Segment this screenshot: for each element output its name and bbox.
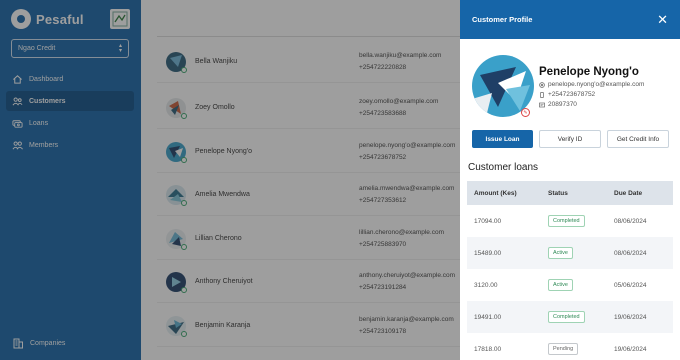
drawer-header: Customer Profile ✕ [460, 0, 680, 39]
loan-amount: 15489.00 [474, 249, 502, 257]
get-credit-info-button[interactable]: Get Credit Info [607, 130, 669, 148]
loans-table-header: Amount (Kes) Status Due Date [467, 181, 673, 205]
column-status[interactable]: Status [541, 190, 607, 197]
issue-loan-button[interactable]: Issue Loan [472, 130, 533, 148]
loan-status: Pending [541, 343, 607, 355]
loan-status: Completed [541, 215, 607, 227]
column-amount[interactable]: Amount (Kes) [467, 190, 541, 197]
loan-amount: 17094.00 [474, 217, 502, 225]
table-row[interactable]: 17094.00 Completed 08/06/2024 [467, 205, 673, 237]
loan-due-date: 05/06/2024 [614, 281, 647, 289]
customer-profile-drawer: Customer Profile ✕ ✎ Penelope Nyong'o pe… [460, 0, 680, 360]
loan-status: Active [541, 279, 607, 291]
profile-phone-text: +254723678752 [548, 91, 596, 98]
table-row[interactable]: 3120.00 Active 05/06/2024 [467, 269, 673, 301]
status-badge: Pending [548, 343, 579, 355]
loan-due-date: 19/06/2024 [614, 345, 647, 353]
verify-id-button[interactable]: Verify ID [539, 130, 601, 148]
profile-id: 20897370 [539, 101, 577, 108]
loans-table-body: 17094.00 Completed 08/06/2024 15489.00 A… [467, 205, 673, 360]
column-due-date[interactable]: Due Date [607, 190, 673, 197]
close-icon[interactable]: ✕ [657, 13, 668, 26]
phone-icon [540, 91, 544, 98]
status-badge: Completed [548, 215, 585, 227]
loan-due-date: 08/06/2024 [614, 217, 647, 225]
profile-email: penelope.nyong'o@example.com [539, 81, 644, 88]
table-row[interactable]: 17818.00 Pending 19/06/2024 [467, 333, 673, 360]
loan-amount: 17818.00 [474, 345, 502, 353]
loans-table: Amount (Kes) Status Due Date 17094.00 Co… [467, 181, 673, 360]
status-badge: Active [548, 247, 573, 259]
profile-phone: +254723678752 [539, 91, 595, 98]
status-badge: Completed [548, 311, 585, 323]
edit-avatar-icon[interactable]: ✎ [521, 108, 530, 117]
id-card-icon [539, 102, 545, 107]
loan-status: Active [541, 247, 607, 259]
table-row[interactable]: 19491.00 Completed 19/06/2024 [467, 301, 673, 333]
status-badge: Active [548, 279, 573, 291]
at-icon [539, 81, 545, 88]
customer-loans-title: Customer loans [468, 162, 539, 173]
profile-email-text: penelope.nyong'o@example.com [548, 81, 645, 88]
profile-name: Penelope Nyong'o [539, 66, 639, 78]
profile-id-text: 20897370 [548, 101, 577, 108]
loan-due-date: 08/06/2024 [614, 249, 647, 257]
loan-status: Completed [541, 311, 607, 323]
loan-amount: 3120.00 [474, 281, 498, 289]
table-row[interactable]: 15489.00 Active 08/06/2024 [467, 237, 673, 269]
modal-backdrop[interactable] [0, 0, 460, 360]
loan-amount: 19491.00 [474, 313, 502, 321]
drawer-title: Customer Profile [472, 15, 533, 24]
loan-due-date: 19/06/2024 [614, 313, 647, 321]
